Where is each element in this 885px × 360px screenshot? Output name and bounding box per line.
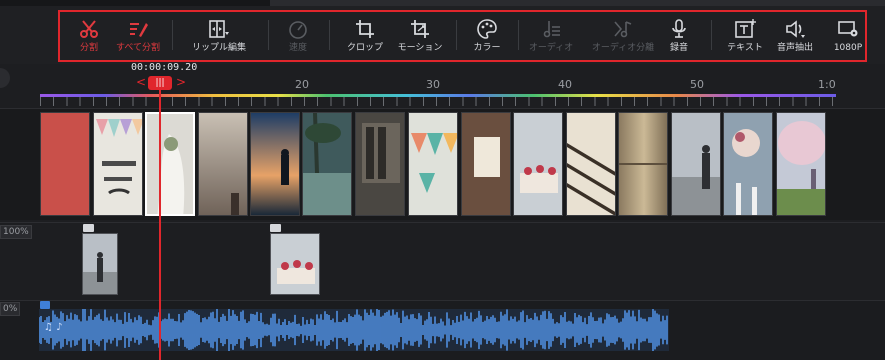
audio-split-label: オーディオ分離 xyxy=(591,43,655,53)
video-clip[interactable] xyxy=(723,112,773,216)
ruler-tick-label: 50 xyxy=(690,78,704,91)
motion-crop-icon xyxy=(411,20,429,38)
video-clip-thumbnail xyxy=(199,113,247,215)
video-clip-thumbnail xyxy=(777,113,825,215)
overlay-clip-thumbnail xyxy=(83,234,117,294)
ruler-tick-label: 40 xyxy=(558,78,572,91)
motion-label: モーション xyxy=(397,43,443,53)
motion-button[interactable]: モーション xyxy=(395,12,445,58)
toolbar-divider xyxy=(518,20,519,50)
video-clip[interactable] xyxy=(93,112,143,216)
monitor-settings-icon xyxy=(838,21,858,37)
speed-button[interactable]: 速度 xyxy=(285,12,311,58)
playhead-timecode: 00:00:09.20 xyxy=(131,62,198,73)
crop-label: クロップ xyxy=(346,43,383,53)
toolbar-divider xyxy=(456,20,457,50)
video-clip[interactable] xyxy=(40,112,90,216)
audio-button[interactable]: オーディオ xyxy=(528,12,574,58)
playhead-left-arrow-icon[interactable]: < xyxy=(136,75,146,89)
video-clip-thumbnail xyxy=(619,113,667,215)
video-clip[interactable] xyxy=(776,112,826,216)
playhead-right-arrow-icon[interactable]: > xyxy=(176,75,186,89)
ruler-tick-label: 30 xyxy=(426,78,440,91)
resolution-button[interactable]: 1080P xyxy=(833,12,863,58)
video-clip[interactable] xyxy=(302,112,352,216)
record-label: 録音 xyxy=(669,43,688,53)
toolbar-divider xyxy=(711,20,712,50)
overlay-clip-thumbnail xyxy=(271,234,319,294)
video-clip-thumbnail xyxy=(567,113,615,215)
video-clip[interactable] xyxy=(250,112,300,216)
scissors-icon xyxy=(80,20,98,38)
image-clip-icon xyxy=(83,224,94,232)
overlay-track-volume[interactable]: 100% xyxy=(0,225,32,239)
video-clip[interactable] xyxy=(513,112,563,216)
audio-label: オーディオ xyxy=(528,43,574,53)
color-label: カラー xyxy=(473,43,501,53)
ruler-tick-label: 1:0 xyxy=(818,78,836,91)
color-button[interactable]: カラー xyxy=(470,12,504,58)
speaker-icon xyxy=(786,20,805,38)
video-clip[interactable] xyxy=(198,112,248,216)
audio-split-button[interactable]: オーディオ分離 xyxy=(589,12,657,58)
toolbar-divider xyxy=(268,20,269,50)
video-clip-thumbnail xyxy=(462,113,510,215)
toolbar-divider xyxy=(329,20,330,50)
video-clip-thumbnail xyxy=(724,113,772,215)
text-box-icon xyxy=(735,19,756,38)
audio-clip-label: ♫ ♪ xyxy=(44,322,63,333)
speedometer-icon xyxy=(289,21,307,39)
overlay-clip[interactable] xyxy=(270,233,320,295)
video-clip-selected[interactable] xyxy=(145,112,195,216)
text-label: テキスト xyxy=(727,43,763,53)
audio-notes-icon xyxy=(543,21,560,38)
overlay-track xyxy=(0,222,885,298)
video-clip-thumbnail xyxy=(672,113,720,215)
video-clip-thumbnail xyxy=(147,114,193,214)
video-clip[interactable] xyxy=(618,112,668,216)
audio-clip-icon xyxy=(40,301,50,309)
video-clip-thumbnail xyxy=(514,113,562,215)
audio-split-icon xyxy=(614,21,632,38)
video-clip[interactable] xyxy=(355,112,405,216)
image-clip-icon xyxy=(270,224,281,232)
video-clip-thumbnail xyxy=(303,113,351,215)
toolbar-divider xyxy=(172,20,173,50)
audio-track-volume[interactable]: 0% xyxy=(0,302,21,316)
audio-waveform xyxy=(38,308,668,352)
crop-icon xyxy=(356,20,374,38)
speed-label: 速度 xyxy=(288,43,307,53)
ruler-tick-label: 20 xyxy=(295,78,309,91)
resolution-label: 1080P xyxy=(833,43,863,53)
ripple-edit-button[interactable]: リップル編集 xyxy=(188,12,250,58)
split-all-button[interactable]: すべて分割 xyxy=(113,12,163,58)
ripple-edit-icon xyxy=(209,20,229,38)
extract-voice-button[interactable]: 音声抽出 xyxy=(774,12,816,58)
video-clip[interactable] xyxy=(408,112,458,216)
playhead-line xyxy=(159,90,161,360)
video-clip-thumbnail xyxy=(356,113,404,215)
record-button[interactable]: 録音 xyxy=(667,12,691,58)
extract-voice-label: 音声抽出 xyxy=(776,43,813,53)
audio-clip[interactable] xyxy=(38,308,669,352)
palette-icon xyxy=(477,19,497,39)
split-label: 分割 xyxy=(79,43,98,53)
video-clip-thumbnail xyxy=(251,113,299,215)
text-button[interactable]: テキスト xyxy=(724,12,766,58)
playhead-handle[interactable]: ||| xyxy=(148,76,172,90)
ripple-edit-label: リップル編集 xyxy=(191,43,246,53)
video-clip[interactable] xyxy=(566,112,616,216)
split-all-label: すべて分割 xyxy=(115,43,160,53)
video-clip[interactable] xyxy=(671,112,721,216)
overlay-clip[interactable] xyxy=(82,233,118,295)
microphone-icon xyxy=(672,19,686,38)
video-clip-thumbnail xyxy=(94,113,142,215)
video-clip[interactable] xyxy=(461,112,511,216)
split-button[interactable]: 分割 xyxy=(74,12,104,58)
split-all-icon xyxy=(130,23,148,37)
crop-button[interactable]: クロップ xyxy=(345,12,385,58)
video-clip-thumbnail xyxy=(409,113,457,215)
